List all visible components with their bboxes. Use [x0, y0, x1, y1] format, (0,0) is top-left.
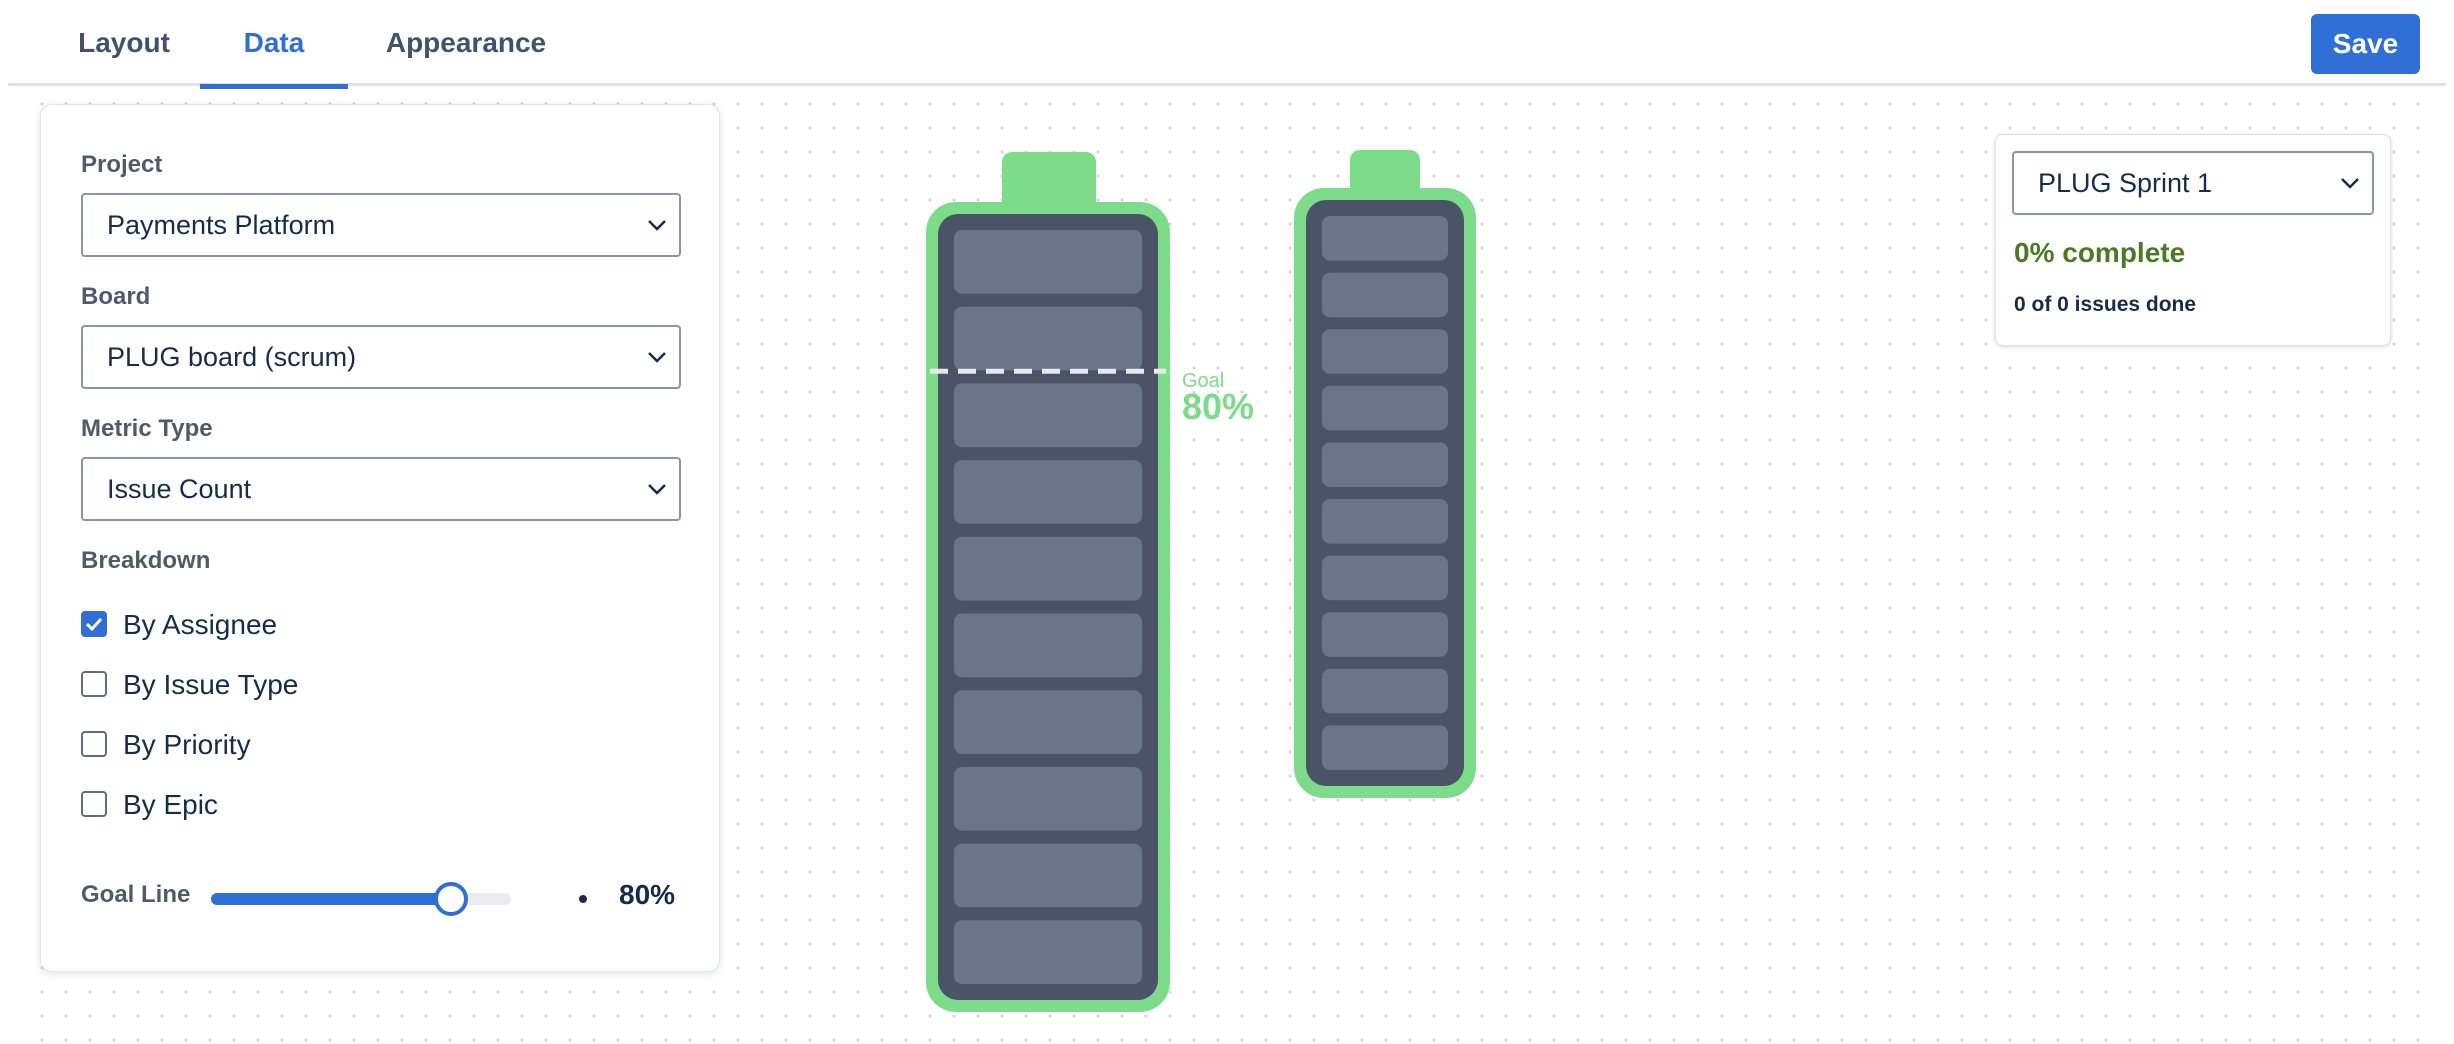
battery-cell [1322, 442, 1448, 487]
goal-value: 80% [1182, 386, 1254, 427]
battery-cell [954, 920, 1142, 984]
battery-cell [1322, 272, 1448, 318]
battery-cell [1322, 612, 1448, 657]
battery-cell [1322, 499, 1448, 544]
battery-cell [1322, 555, 1448, 601]
battery-cell [1322, 725, 1448, 770]
battery-cell [954, 843, 1142, 908]
percent-complete: 0% complete [2014, 237, 2186, 268]
chevron-down-icon [2341, 178, 2359, 189]
battery-cell [954, 536, 1142, 601]
battery-cell [954, 690, 1142, 754]
sprint-select-value: PLUG Sprint 1 [2038, 168, 2213, 198]
battery-cap [1002, 152, 1096, 210]
battery-cell [1322, 668, 1448, 714]
battery-cell [954, 460, 1142, 524]
battery-cell [954, 230, 1142, 294]
sprint-select[interactable]: PLUG Sprint 1 [2012, 151, 2374, 215]
battery-cell [954, 613, 1142, 678]
battery-cell [1322, 329, 1448, 374]
battery-cell [954, 306, 1142, 371]
sprint-summary-card: PLUG Sprint 1 0% complete 0 of 0 issues … [1995, 134, 2391, 346]
issues-done-count: 0 of 0 issues done [2014, 293, 2197, 316]
battery-cell [1322, 216, 1448, 261]
battery-cell [954, 766, 1142, 831]
battery-cell [1322, 385, 1448, 431]
battery-cell [954, 383, 1142, 448]
